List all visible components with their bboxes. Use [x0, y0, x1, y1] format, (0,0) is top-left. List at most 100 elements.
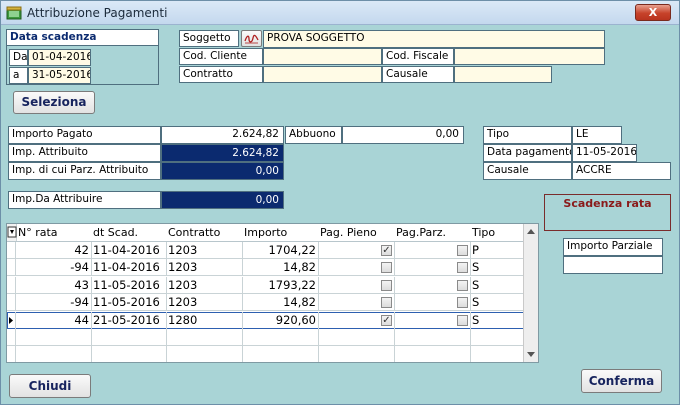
cell-dtscad[interactable] — [92, 346, 167, 362]
scroll-down-icon[interactable] — [527, 352, 535, 357]
cell-contratto[interactable]: 1203 — [167, 242, 243, 259]
table-row[interactable]: -94 11-05-2016 1203 14,82 S — [7, 294, 524, 312]
cell-importo[interactable]: 14,82 — [243, 294, 319, 312]
data-pagamento-field[interactable]: 11-05-2016 — [572, 144, 637, 162]
causale-field[interactable] — [454, 66, 552, 83]
table-row[interactable]: 42 11-04-2016 1203 1704,22 ✓ P — [7, 242, 524, 259]
seleziona-button[interactable]: Seleziona — [13, 91, 95, 114]
cell-tipo[interactable]: S — [471, 276, 524, 294]
cell-rata[interactable]: -94 — [17, 294, 92, 312]
cell-pagparz[interactable] — [395, 259, 471, 277]
row-indicator[interactable] — [7, 311, 16, 329]
cell-importo[interactable]: 1793,22 — [243, 276, 319, 294]
col-tipo[interactable]: Tipo — [472, 226, 495, 239]
da-date-field[interactable]: 01-04-2016 — [28, 49, 91, 66]
importo-pagato-field[interactable]: 2.624,82 — [161, 126, 284, 144]
tipo-field[interactable]: LE — [572, 126, 622, 144]
table-row[interactable]: -94 11-04-2016 1203 14,82 S — [7, 259, 524, 277]
cell-pagpieno[interactable] — [319, 294, 395, 312]
cell-pagparz[interactable] — [395, 242, 471, 259]
cell-rata[interactable]: 42 — [17, 242, 92, 259]
importo-parziale-field[interactable] — [563, 256, 663, 274]
a-date-field[interactable]: 31-05-2016 — [28, 67, 91, 84]
cell-pagparz[interactable] — [395, 346, 471, 362]
pag-pieno-checkbox[interactable]: ✓ — [381, 245, 392, 256]
cell-contratto[interactable] — [167, 346, 243, 362]
conferma-button[interactable]: Conferma — [581, 369, 662, 393]
cell-importo[interactable] — [243, 346, 319, 362]
cell-contratto[interactable]: 1203 — [167, 294, 243, 312]
scroll-up-icon[interactable] — [527, 229, 535, 234]
cell-tipo[interactable]: S — [471, 259, 524, 277]
abbuono-field[interactable]: 0,00 — [342, 126, 464, 144]
cell-dtscad[interactable]: 11-05-2016 — [92, 294, 167, 312]
cell-dtscad[interactable]: 11-05-2016 — [92, 276, 167, 294]
col-nrata[interactable]: N° rata — [18, 226, 58, 239]
cell-pagparz[interactable] — [395, 311, 471, 329]
row-indicator[interactable] — [7, 329, 16, 346]
pag-pieno-checkbox[interactable]: ✓ — [381, 314, 392, 326]
cell-tipo[interactable]: S — [471, 294, 524, 312]
rate-grid[interactable]: N° rata dt Scad. Contratto Importo Pag. … — [6, 223, 539, 363]
cell-dtscad[interactable]: 11-04-2016 — [92, 259, 167, 277]
cell-rata[interactable] — [17, 329, 92, 346]
col-importo[interactable]: Importo — [244, 226, 287, 239]
pag-parz-checkbox[interactable] — [457, 262, 468, 274]
pag-pieno-checkbox[interactable] — [381, 297, 392, 309]
cell-importo[interactable]: 14,82 — [243, 259, 319, 277]
cell-pagpieno[interactable] — [319, 329, 395, 346]
col-pagparz[interactable]: Pag.Parz. — [396, 226, 446, 239]
cell-contratto[interactable]: 1203 — [167, 276, 243, 294]
cod-fiscale-field[interactable] — [454, 48, 605, 65]
cell-rata[interactable]: -94 — [17, 259, 92, 277]
cell-importo[interactable]: 920,60 — [243, 311, 319, 329]
col-dtscad[interactable]: dt Scad. — [93, 226, 138, 239]
cell-dtscad[interactable]: 21-05-2016 — [92, 311, 167, 329]
soggetto-field[interactable]: PROVA SOGGETTO — [263, 30, 605, 48]
grid-menu-button[interactable] — [7, 224, 17, 241]
pag-parz-checkbox[interactable] — [457, 279, 468, 291]
cell-importo[interactable]: 1704,22 — [243, 242, 319, 259]
cell-contratto[interactable] — [167, 329, 243, 346]
cell-rata[interactable] — [17, 346, 92, 362]
soggetto-lookup-button[interactable] — [241, 30, 262, 47]
cell-pagpieno[interactable] — [319, 259, 395, 277]
cell-pagpieno[interactable] — [319, 346, 395, 362]
cell-tipo[interactable] — [471, 346, 524, 362]
cell-tipo[interactable]: S — [471, 311, 524, 329]
row-indicator[interactable] — [7, 276, 16, 294]
row-indicator[interactable] — [7, 294, 16, 312]
row-indicator[interactable] — [7, 346, 16, 362]
contratto-field[interactable] — [263, 66, 382, 83]
causale-pagamento-field[interactable]: ACCRE — [572, 162, 671, 180]
title-bar[interactable]: Attribuzione Pagamenti X — [1, 1, 679, 25]
cell-tipo[interactable] — [471, 329, 524, 346]
grid-scrollbar[interactable] — [523, 224, 538, 362]
cell-rata[interactable]: 44 — [17, 311, 92, 329]
cell-dtscad[interactable] — [92, 329, 167, 346]
table-row[interactable]: 43 11-05-2016 1203 1793,22 S — [7, 276, 524, 294]
pag-parz-checkbox[interactable] — [457, 245, 468, 256]
col-contratto[interactable]: Contratto — [168, 226, 220, 239]
cell-tipo[interactable]: P — [471, 242, 524, 259]
pag-pieno-checkbox[interactable] — [381, 279, 392, 291]
cell-pagparz[interactable] — [395, 329, 471, 346]
pag-parz-checkbox[interactable] — [457, 314, 468, 326]
cell-importo[interactable] — [243, 329, 319, 346]
pag-parz-checkbox[interactable] — [457, 297, 468, 309]
cod-cliente-field[interactable] — [263, 48, 382, 65]
cell-pagpieno[interactable] — [319, 276, 395, 294]
col-pagpieno[interactable]: Pag. Pieno — [320, 226, 377, 239]
cell-pagpieno[interactable]: ✓ — [319, 311, 395, 329]
row-indicator[interactable] — [7, 259, 16, 277]
table-row[interactable] — [7, 346, 524, 362]
cell-dtscad[interactable]: 11-04-2016 — [92, 242, 167, 259]
close-button[interactable]: X — [635, 4, 671, 21]
row-indicator[interactable] — [7, 242, 16, 259]
chiudi-button[interactable]: Chiudi — [9, 374, 91, 398]
cell-pagparz[interactable] — [395, 276, 471, 294]
cell-contratto[interactable]: 1203 — [167, 259, 243, 277]
pag-pieno-checkbox[interactable] — [381, 262, 392, 274]
cell-rata[interactable]: 43 — [17, 276, 92, 294]
cell-contratto[interactable]: 1280 — [167, 311, 243, 329]
